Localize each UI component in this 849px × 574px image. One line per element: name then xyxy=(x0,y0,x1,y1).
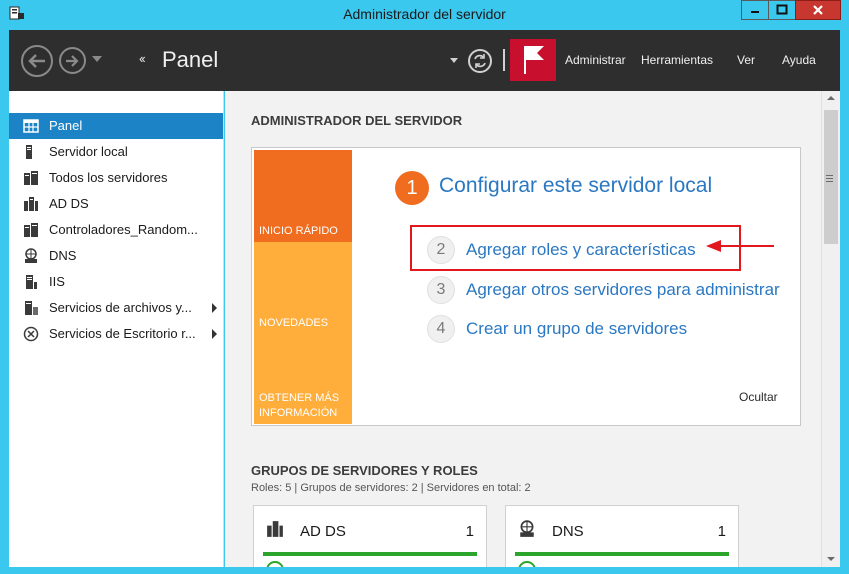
step-4-link[interactable]: Crear un grupo de servidores xyxy=(466,319,687,339)
minimize-icon xyxy=(751,11,759,13)
sidebar-item-label: DNS xyxy=(49,248,77,263)
step-3-badge: 3 xyxy=(427,276,455,304)
sidebar-item-label: AD DS xyxy=(49,196,89,211)
sidebar-item-ad-ds[interactable]: AD DS xyxy=(9,191,223,217)
header-bar: ‹‹ Panel Administrar Herramientas Ver Ay… xyxy=(9,30,840,91)
scroll-down-icon[interactable] xyxy=(827,557,835,561)
status-bar xyxy=(515,552,729,556)
servers-icon xyxy=(24,171,38,185)
server-icon xyxy=(26,145,32,159)
controllers-icon xyxy=(24,223,38,237)
refresh-button[interactable] xyxy=(468,49,492,73)
tile-novedades[interactable]: NOVEDADES xyxy=(254,242,352,334)
ad-ds-icon xyxy=(267,521,283,537)
sidebar-item-panel[interactable]: Panel xyxy=(9,113,223,139)
sidebar-item-todos-los-servidores[interactable]: Todos los servidores xyxy=(9,165,223,191)
close-icon xyxy=(813,5,823,15)
quick-start-panel: INICIO RÁPIDO NOVEDADES OBTENER MÁS INFO… xyxy=(251,147,801,426)
back-button[interactable] xyxy=(21,45,53,77)
sidebar-item-iis[interactable]: IIS xyxy=(9,269,223,295)
sidebar-item-label: Servicios de Escritorio r... xyxy=(49,326,196,341)
iis-icon xyxy=(26,275,37,289)
menu-ver[interactable]: Ver xyxy=(737,53,755,67)
status-bar xyxy=(263,552,477,556)
card-title: DNS xyxy=(552,523,584,540)
status-ok-icon xyxy=(518,561,536,567)
scroll-thumb[interactable] xyxy=(824,110,838,244)
forward-arrow-icon xyxy=(66,54,79,67)
forward-button[interactable] xyxy=(59,47,86,74)
annotation-arrow-icon xyxy=(706,240,774,252)
step-1-badge: 1 xyxy=(395,171,429,205)
expand-arrow-icon[interactable] xyxy=(212,329,217,339)
role-card-ad-ds[interactable]: AD DS 1 xyxy=(253,505,487,567)
groups-summary: Roles: 5 | Grupos de servidores: 2 | Ser… xyxy=(251,482,531,494)
sidebar-item-label: Servicios de archivos y... xyxy=(49,300,192,315)
card-title: AD DS xyxy=(300,523,346,540)
section-title: ADMINISTRADOR DEL SERVIDOR xyxy=(251,113,463,128)
separator xyxy=(503,49,505,71)
scroll-grip-icon xyxy=(826,175,833,176)
refresh-icon xyxy=(474,54,486,68)
sidebar-item-label: IIS xyxy=(49,274,65,289)
menu-herramientas[interactable]: Herramientas xyxy=(641,53,713,67)
sidebar-item-label: Panel xyxy=(49,118,83,133)
maximize-icon xyxy=(776,4,788,15)
dns-icon xyxy=(520,520,534,537)
step-4-badge: 4 xyxy=(427,315,455,343)
annotation-highlight-box xyxy=(410,225,741,271)
ad-ds-icon xyxy=(24,197,38,211)
flag-icon xyxy=(524,46,544,74)
tile-obtener-informacion[interactable]: OBTENER MÁS INFORMACIÓN xyxy=(254,334,352,424)
window-title: Administrador del servidor xyxy=(343,6,506,22)
remote-desktop-icon xyxy=(23,326,39,342)
hide-link[interactable]: Ocultar xyxy=(739,390,778,404)
dns-icon xyxy=(25,248,37,263)
sidebar-item-label: Controladores_Random... xyxy=(49,222,198,237)
minimize-button[interactable] xyxy=(741,0,768,20)
sidebar-item-dns[interactable]: DNS xyxy=(9,243,223,269)
step-3-link[interactable]: Agregar otros servidores para administra… xyxy=(466,280,780,300)
sidebar: Panel Servidor local Todos los servidore… xyxy=(9,91,224,567)
notifications-button[interactable] xyxy=(510,39,556,81)
sidebar-item-escritorio-remoto[interactable]: Servicios de Escritorio r... xyxy=(9,321,223,347)
main-content: ADMINISTRADOR DEL SERVIDOR INICIO RÁPIDO… xyxy=(225,91,821,567)
expand-arrow-icon[interactable] xyxy=(212,303,217,313)
card-count: 1 xyxy=(717,523,726,540)
sidebar-item-label: Todos los servidores xyxy=(49,170,168,185)
groups-section-title: GRUPOS DE SERVIDORES Y ROLES xyxy=(251,463,478,478)
status-ok-icon xyxy=(266,561,284,567)
maximize-button[interactable] xyxy=(768,0,795,20)
history-dropdown-icon[interactable] xyxy=(92,56,102,62)
card-count: 1 xyxy=(465,523,474,540)
file-services-icon xyxy=(25,301,38,315)
breadcrumb-dropdown-icon[interactable] xyxy=(450,58,458,63)
vertical-scrollbar[interactable] xyxy=(821,91,840,567)
sidebar-item-servidor-local[interactable]: Servidor local xyxy=(9,139,223,165)
back-arrow-icon xyxy=(28,54,45,68)
menu-administrar[interactable]: Administrar xyxy=(565,53,626,67)
step-1-link[interactable]: Configurar este servidor local xyxy=(439,174,712,198)
breadcrumb-arrows: ‹‹ xyxy=(139,51,146,66)
menu-ayuda[interactable]: Ayuda xyxy=(782,53,816,67)
sidebar-item-label: Servidor local xyxy=(49,144,128,159)
close-button[interactable] xyxy=(795,0,841,20)
tile-inicio-rapido[interactable]: INICIO RÁPIDO xyxy=(254,150,352,242)
breadcrumb-title: Panel xyxy=(162,47,219,72)
sidebar-item-servicios-archivos[interactable]: Servicios de archivos y... xyxy=(9,295,223,321)
role-card-dns[interactable]: DNS 1 xyxy=(505,505,739,567)
title-bar: Administrador del servidor xyxy=(0,0,849,30)
sidebar-item-controladores[interactable]: Controladores_Random... xyxy=(9,217,223,243)
scroll-up-icon[interactable] xyxy=(827,96,835,100)
dashboard-icon xyxy=(23,119,39,133)
